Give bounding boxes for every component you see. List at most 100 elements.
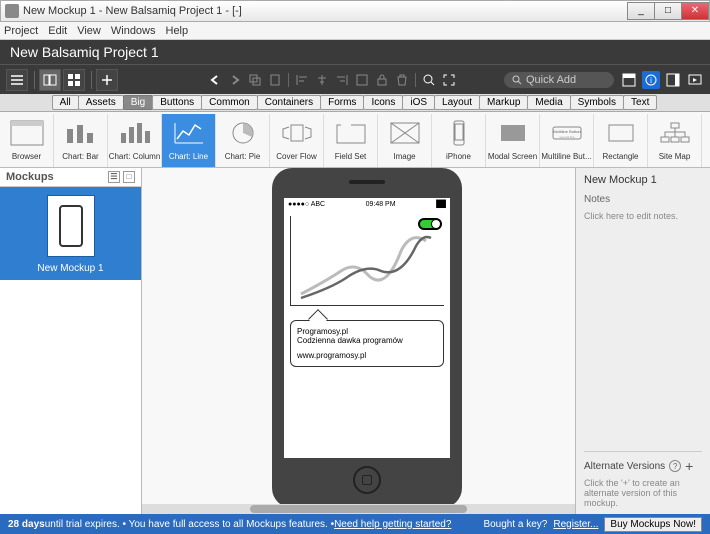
phone-statusbar: ●●●●○ ABC 09:48 PM ██ [284, 198, 450, 210]
tab-forms[interactable]: Forms [320, 95, 364, 110]
svg-text:Multiline Button: Multiline Button [553, 129, 580, 134]
shelf-chart-line[interactable]: Chart: Line [162, 114, 216, 167]
bought-key-text: Bought a key? [483, 519, 547, 530]
quick-add-placeholder: Quick Add [526, 74, 576, 86]
add-version-button[interactable]: + [685, 458, 693, 474]
help-icon[interactable]: ? [669, 460, 681, 472]
sidebar-list-view-icon[interactable]: ☰ [108, 171, 120, 183]
shelf-field-set[interactable]: Field Set [324, 114, 378, 167]
paste-icon[interactable] [268, 73, 282, 87]
minimize-button[interactable]: _ [627, 2, 655, 20]
tab-assets[interactable]: Assets [78, 95, 124, 110]
mockup-tile-label: New Mockup 1 [0, 263, 141, 274]
panel-toggle-button[interactable] [664, 71, 682, 89]
shelf-multiline-button[interactable]: Multiline Buttonsecond lineMultiline But… [540, 114, 594, 167]
align-center-icon[interactable] [315, 73, 329, 87]
redo-icon[interactable] [228, 73, 242, 87]
phone-home-button [353, 466, 381, 494]
tab-layout[interactable]: Layout [434, 95, 480, 110]
window-titlebar: New Mockup 1 - New Balsamiq Project 1 - … [0, 0, 710, 22]
quick-add-input[interactable]: Quick Add [504, 72, 614, 88]
shelf-chart-column[interactable]: Chart: Column [108, 114, 162, 167]
view-grid-button[interactable] [63, 69, 85, 91]
tab-icons[interactable]: Icons [363, 95, 403, 110]
lock-icon[interactable] [375, 73, 389, 87]
window-title: New Mockup 1 - New Balsamiq Project 1 - … [23, 5, 628, 17]
menu-view[interactable]: View [77, 25, 101, 37]
app-icon [5, 4, 19, 18]
tab-containers[interactable]: Containers [257, 95, 321, 110]
callout-line3: www.programosy.pl [297, 351, 437, 360]
iphone-widget[interactable]: ●●●●○ ABC 09:48 PM ██ Programosy.pl [272, 168, 462, 508]
maximize-button[interactable]: □ [654, 2, 682, 20]
copy-icon[interactable] [248, 73, 262, 87]
toggle-shelf-button[interactable] [620, 71, 638, 89]
present-button[interactable] [686, 71, 704, 89]
zoom-icon[interactable] [422, 73, 436, 87]
svg-text:i: i [650, 76, 652, 85]
mockup-tile[interactable]: New Mockup 1 [0, 187, 141, 280]
tab-all[interactable]: All [52, 95, 79, 110]
line-chart-widget[interactable] [290, 216, 444, 306]
align-left-icon[interactable] [295, 73, 309, 87]
tab-symbols[interactable]: Symbols [570, 95, 624, 110]
shelf-chart-pie[interactable]: Chart: Pie [216, 114, 270, 167]
phone-earpiece [349, 180, 385, 184]
shelf-modal-screen[interactable]: Modal Screen [486, 114, 540, 167]
trial-text: until trial expires. • You have full acc… [45, 519, 334, 530]
canvas[interactable]: ●●●●○ ABC 09:48 PM ██ Programosy.pl [142, 168, 575, 514]
add-button[interactable] [96, 69, 118, 91]
trash-icon[interactable] [395, 73, 409, 87]
fullscreen-icon[interactable] [442, 73, 456, 87]
register-link[interactable]: Register... [553, 519, 598, 530]
buy-button[interactable]: Buy Mockups Now! [604, 517, 702, 532]
shelf-chart-bar[interactable]: Chart: Bar [54, 114, 108, 167]
tab-buttons[interactable]: Buttons [152, 95, 202, 110]
menu-edit[interactable]: Edit [48, 25, 67, 37]
properties-panel: New Mockup 1 Notes Click here to edit no… [575, 168, 710, 514]
align-right-icon[interactable] [335, 73, 349, 87]
svg-text:second line: second line [559, 135, 575, 139]
callout-line2: Codzienna dawka programów [297, 336, 437, 345]
shelf-image[interactable]: Image [378, 114, 432, 167]
mockup-thumbnail [47, 195, 95, 257]
help-link[interactable]: Need help getting started? [334, 519, 451, 530]
group-icon[interactable] [355, 73, 369, 87]
horizontal-scrollbar[interactable] [142, 504, 575, 514]
shelf-iphone[interactable]: iPhone [432, 114, 486, 167]
widget-shelf: Browser Chart: Bar Chart: Column Chart: … [0, 112, 710, 168]
hamburger-button[interactable] [6, 69, 28, 91]
undo-icon[interactable] [208, 73, 222, 87]
mockups-sidebar: Mockups ☰ □ New Mockup 1 [0, 168, 142, 514]
alternate-versions-label: Alternate Versions [584, 461, 665, 472]
shelf-browser[interactable]: Browser [0, 114, 54, 167]
app-header: New Balsamiq Project 1 Quick Ad [0, 40, 710, 94]
tab-big[interactable]: Big [123, 95, 153, 110]
toggle-switch-widget[interactable] [418, 218, 442, 230]
callout-widget[interactable]: Programosy.pl Codzienna dawka programów … [290, 320, 444, 367]
notes-field[interactable]: Click here to edit notes. [584, 211, 702, 221]
close-button[interactable]: ✕ [681, 2, 709, 20]
shelf-rectangle[interactable]: Rectangle [594, 114, 648, 167]
menu-windows[interactable]: Windows [111, 25, 156, 37]
menubar: Project Edit View Windows Help [0, 22, 710, 40]
trial-days: 28 days [8, 519, 45, 530]
info-button[interactable]: i [642, 71, 660, 89]
view-split-button[interactable] [39, 69, 61, 91]
tab-markup[interactable]: Markup [479, 95, 528, 110]
sidebar-grid-view-icon[interactable]: □ [123, 171, 135, 183]
tab-ios[interactable]: iOS [402, 95, 435, 110]
tab-text[interactable]: Text [623, 95, 657, 110]
menu-project[interactable]: Project [4, 25, 38, 37]
sidebar-title: Mockups [6, 171, 54, 183]
shelf-site-map[interactable]: Site Map [648, 114, 702, 167]
alternate-versions-hint: Click the '+' to create an alternate ver… [584, 478, 702, 508]
search-icon [512, 75, 522, 85]
notes-label: Notes [584, 194, 702, 205]
tab-media[interactable]: Media [527, 95, 570, 110]
tab-common[interactable]: Common [201, 95, 258, 110]
category-tabs: All Assets Big Buttons Common Containers… [0, 94, 710, 112]
panel-title: New Mockup 1 [584, 174, 702, 186]
menu-help[interactable]: Help [166, 25, 189, 37]
shelf-cover-flow[interactable]: Cover Flow [270, 114, 324, 167]
